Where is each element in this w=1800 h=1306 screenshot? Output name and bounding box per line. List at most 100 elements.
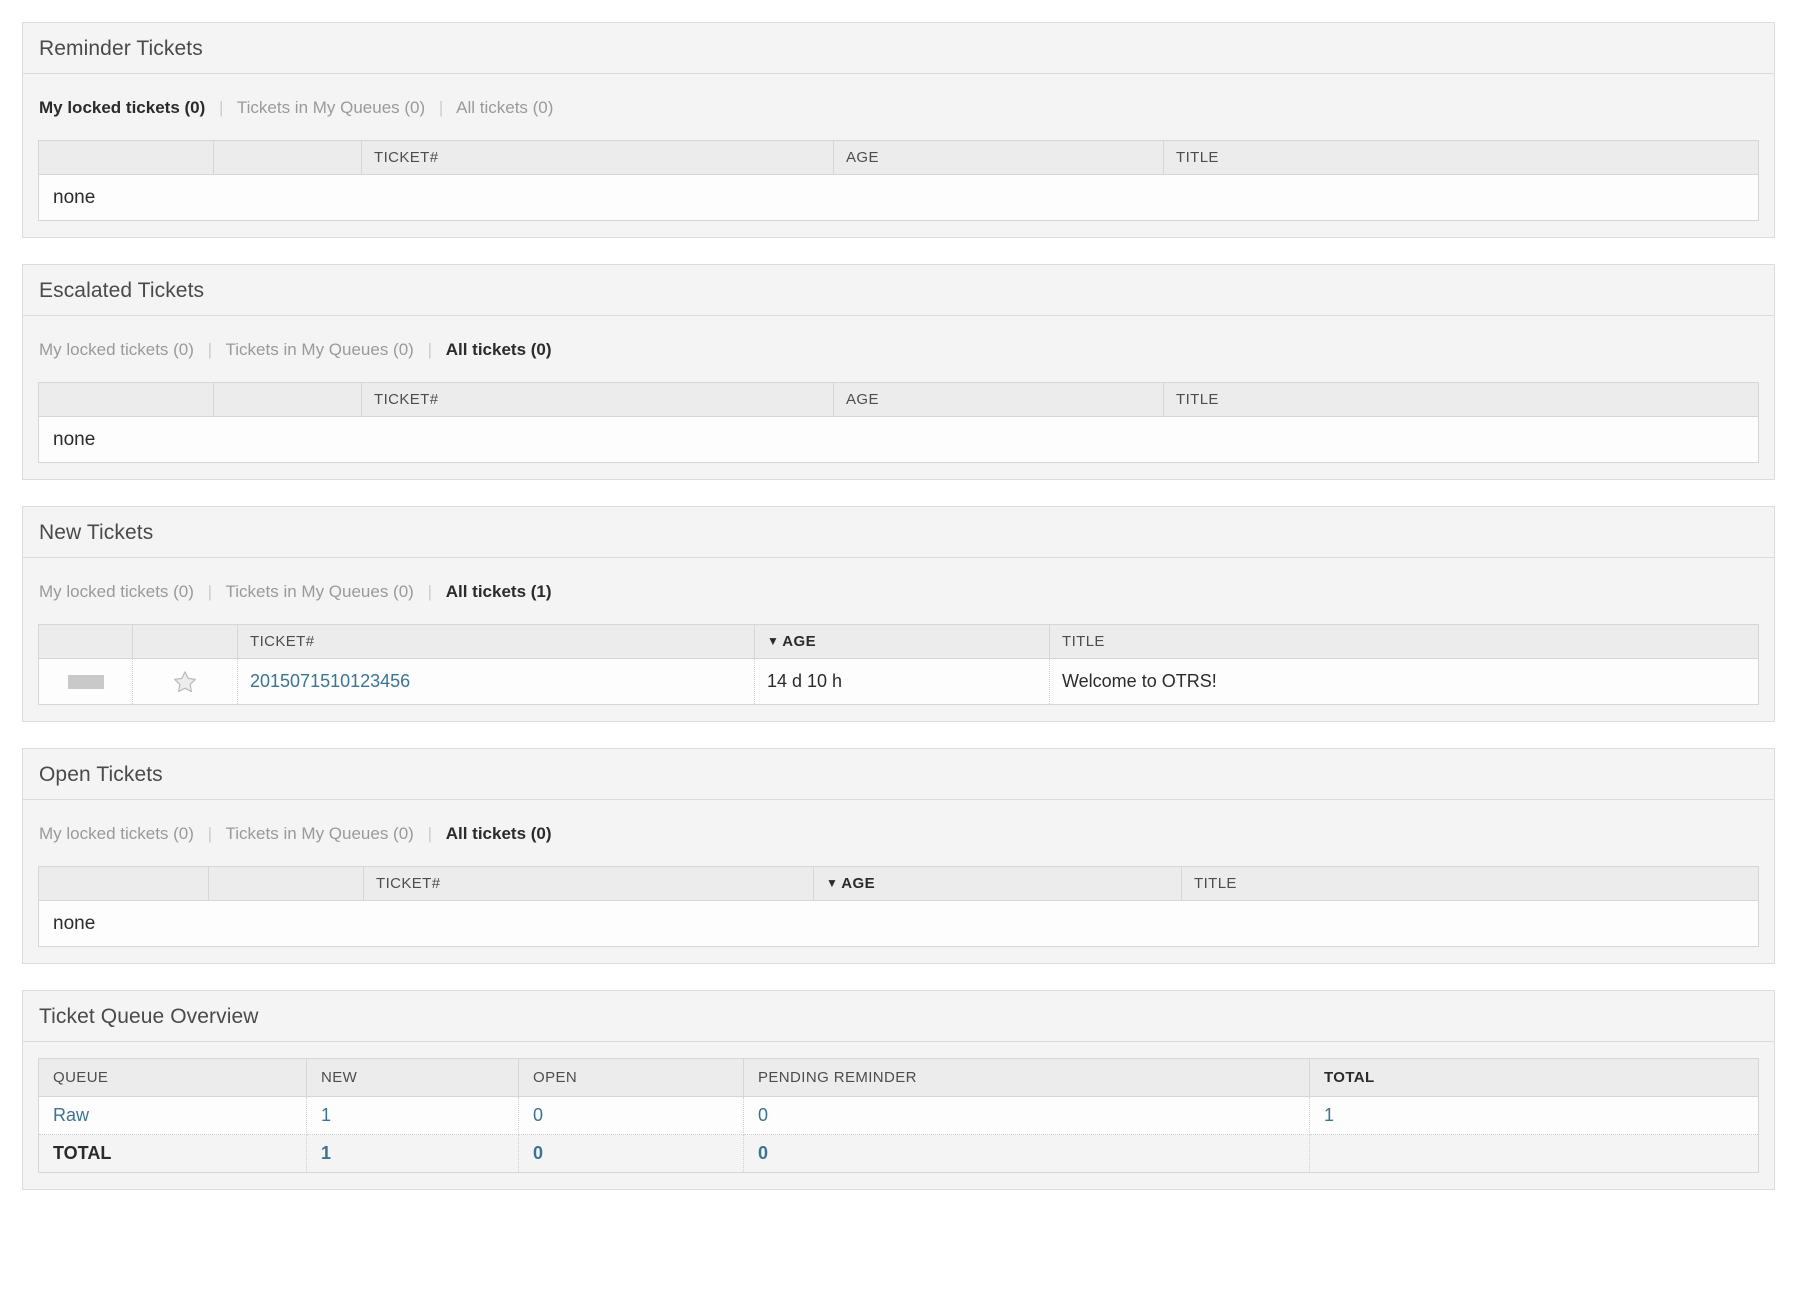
cell-pending-reminder-count[interactable]: 0	[744, 1097, 1310, 1135]
new-count-link[interactable]: 1	[321, 1105, 331, 1125]
total-open-link[interactable]: 0	[533, 1143, 543, 1163]
cell-queue-name[interactable]: Raw	[39, 1097, 307, 1135]
filter-tickets-in-my-queues[interactable]: Tickets in My Queues (0)	[226, 340, 414, 359]
cell-total-count[interactable]: 1	[1310, 1097, 1759, 1135]
ticket-table: TICKET# ▼AGE TITLE	[38, 624, 1759, 705]
column-priority[interactable]	[39, 383, 214, 417]
filter-separator: |	[419, 582, 441, 602]
filter-my-locked-tickets[interactable]: My locked tickets (0)	[39, 582, 194, 601]
panel-body: My locked tickets (0) | Tickets in My Qu…	[23, 316, 1774, 479]
filter-separator: |	[419, 824, 441, 844]
filter-tickets-in-my-queues[interactable]: Tickets in My Queues (0)	[237, 98, 425, 117]
filter-separator: |	[199, 824, 221, 844]
panel-title: New Tickets	[23, 506, 1774, 558]
dashboard-page: Reminder Tickets My locked tickets (0) |…	[0, 0, 1800, 1190]
table-row: Raw 1 0 0 1	[39, 1097, 1759, 1135]
table-header-row: TICKET# AGE TITLE	[39, 383, 1759, 417]
column-priority[interactable]	[39, 625, 133, 659]
queue-link[interactable]: Raw	[53, 1105, 89, 1125]
total-new-link[interactable]: 1	[321, 1143, 331, 1163]
filter-tabs: My locked tickets (0) | Tickets in My Qu…	[38, 574, 1759, 624]
panel-escalated-tickets: Escalated Tickets My locked tickets (0) …	[22, 264, 1775, 480]
cell-total-label: TOTAL	[39, 1135, 307, 1173]
panel-ticket-queue-overview: Ticket Queue Overview QUEUE NEW OPEN PEN…	[22, 990, 1775, 1190]
ticket-table: TICKET# ▼AGE TITLE none	[38, 866, 1759, 947]
column-priority[interactable]	[39, 867, 209, 901]
panel-reminder-tickets: Reminder Tickets My locked tickets (0) |…	[22, 22, 1775, 238]
open-count-link[interactable]: 0	[533, 1105, 543, 1125]
panel-body: My locked tickets (0) | Tickets in My Qu…	[23, 74, 1774, 237]
panel-body: My locked tickets (0) | Tickets in My Qu…	[23, 558, 1774, 721]
cell-priority	[39, 659, 133, 705]
priority-block-icon	[68, 675, 104, 689]
panel-new-tickets: New Tickets My locked tickets (0) | Tick…	[22, 506, 1775, 722]
table-header-row: QUEUE NEW OPEN PENDING REMINDER TOTAL	[39, 1059, 1759, 1097]
column-ticket-number[interactable]: TICKET#	[362, 141, 834, 175]
panel-title: Open Tickets	[23, 748, 1774, 800]
pending-reminder-count-link[interactable]: 0	[758, 1105, 768, 1125]
column-title[interactable]: TITLE	[1182, 867, 1759, 901]
cell-new-count[interactable]: 1	[307, 1097, 519, 1135]
cell-open-count[interactable]: 0	[519, 1097, 744, 1135]
filter-separator: |	[199, 340, 221, 360]
column-watch[interactable]	[133, 625, 238, 659]
column-pending-reminder[interactable]: PENDING REMINDER	[744, 1059, 1310, 1097]
filter-separator: |	[430, 98, 452, 118]
cell-total-total	[1310, 1135, 1759, 1173]
column-title[interactable]: TITLE	[1164, 141, 1759, 175]
filter-all-tickets[interactable]: All tickets (1)	[446, 582, 552, 601]
column-watch[interactable]	[209, 867, 364, 901]
column-open[interactable]: OPEN	[519, 1059, 744, 1097]
filter-my-locked-tickets[interactable]: My locked tickets (0)	[39, 340, 194, 359]
column-total[interactable]: TOTAL	[1310, 1059, 1759, 1097]
filter-all-tickets[interactable]: All tickets (0)	[446, 340, 552, 359]
filter-separator: |	[199, 582, 221, 602]
column-title[interactable]: TITLE	[1050, 625, 1759, 659]
column-priority[interactable]	[39, 141, 214, 175]
cell-total-pending-reminder[interactable]: 0	[744, 1135, 1310, 1173]
empty-text: none	[39, 417, 1759, 463]
filter-tickets-in-my-queues[interactable]: Tickets in My Queues (0)	[226, 582, 414, 601]
cell-title: Welcome to OTRS!	[1050, 659, 1759, 705]
empty-text: none	[39, 175, 1759, 221]
filter-tabs: My locked tickets (0) | Tickets in My Qu…	[38, 332, 1759, 382]
cell-ticket-number[interactable]: 2015071510123456	[238, 659, 755, 705]
column-new[interactable]: NEW	[307, 1059, 519, 1097]
column-age-label: AGE	[841, 875, 875, 892]
filter-tickets-in-my-queues[interactable]: Tickets in My Queues (0)	[226, 824, 414, 843]
total-count-link[interactable]: 1	[1324, 1105, 1334, 1125]
table-empty-row: none	[39, 901, 1759, 947]
filter-my-locked-tickets[interactable]: My locked tickets (0)	[39, 824, 194, 843]
cell-watch[interactable]	[133, 659, 238, 705]
column-ticket-number[interactable]: TICKET#	[362, 383, 834, 417]
cell-total-new[interactable]: 1	[307, 1135, 519, 1173]
column-age[interactable]: ▼AGE	[755, 625, 1050, 659]
column-ticket-number[interactable]: TICKET#	[364, 867, 814, 901]
column-ticket-number[interactable]: TICKET#	[238, 625, 755, 659]
column-age[interactable]: AGE	[834, 141, 1164, 175]
table-row[interactable]: 2015071510123456 14 d 10 h Welcome to OT…	[39, 659, 1759, 705]
filter-separator: |	[419, 340, 441, 360]
panel-open-tickets: Open Tickets My locked tickets (0) | Tic…	[22, 748, 1775, 964]
filter-my-locked-tickets[interactable]: My locked tickets (0)	[39, 98, 205, 117]
table-empty-row: none	[39, 417, 1759, 463]
column-queue[interactable]: QUEUE	[39, 1059, 307, 1097]
column-age[interactable]: AGE	[834, 383, 1164, 417]
cell-total-open[interactable]: 0	[519, 1135, 744, 1173]
column-watch[interactable]	[214, 141, 362, 175]
filter-all-tickets[interactable]: All tickets (0)	[456, 98, 553, 117]
column-title[interactable]: TITLE	[1164, 383, 1759, 417]
sort-desc-icon: ▼	[767, 634, 779, 648]
panel-body: My locked tickets (0) | Tickets in My Qu…	[23, 800, 1774, 963]
column-age[interactable]: ▼AGE	[814, 867, 1182, 901]
sort-desc-icon: ▼	[826, 876, 838, 890]
column-watch[interactable]	[214, 383, 362, 417]
star-icon[interactable]	[172, 669, 198, 695]
filter-tabs: My locked tickets (0) | Tickets in My Qu…	[38, 90, 1759, 140]
panel-title: Reminder Tickets	[23, 22, 1774, 74]
ticket-table: TICKET# AGE TITLE none	[38, 382, 1759, 463]
total-pending-reminder-link[interactable]: 0	[758, 1143, 768, 1163]
ticket-number-link[interactable]: 2015071510123456	[250, 671, 410, 691]
filter-all-tickets[interactable]: All tickets (0)	[446, 824, 552, 843]
filter-separator: |	[210, 98, 232, 118]
